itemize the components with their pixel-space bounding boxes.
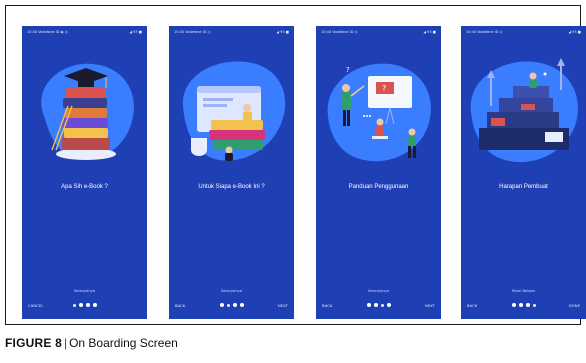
bottom-nav: BACK NEXT xyxy=(322,301,435,311)
next-button[interactable]: NEXT xyxy=(425,303,435,308)
screen-title: Apa Sih e-Book ? xyxy=(61,184,108,190)
presentation-illustration: ? ? xyxy=(327,63,431,162)
status-left: 10:40 Vodafone ID ◎ xyxy=(466,30,503,34)
status-left: 10:40 Vodafone ID ◉ ◎ xyxy=(27,30,68,34)
onboarding-screen-3: 10:40 Vodafone ID ◎ ◢ 93 ■ ? ? Panduan P… xyxy=(316,26,441,319)
skip-label[interactable]: Selanjutnya xyxy=(169,289,294,293)
back-button[interactable]: BACK xyxy=(322,303,332,308)
page-dot xyxy=(525,303,530,307)
page-indicator xyxy=(511,303,536,307)
page-dot xyxy=(72,303,76,307)
caption-separator: | xyxy=(63,336,68,350)
skip-label[interactable]: Selanjutnya xyxy=(22,289,147,293)
page-dot xyxy=(239,303,244,307)
page-dot xyxy=(366,303,371,307)
figure-frame: 10:40 Vodafone ID ◉ ◎ ◢ 93 ■ Apa Sih e-B… xyxy=(5,5,586,325)
books-graduation-illustration xyxy=(41,63,134,160)
start-learning-button[interactable]: Mulai Belajar xyxy=(461,289,586,293)
page-dot xyxy=(219,303,224,307)
status-left: 10:40 Vodafone ID ◎ xyxy=(321,30,358,34)
page-dot xyxy=(386,303,391,307)
page-indicator xyxy=(366,303,391,307)
figure-label: FIGURE 8 xyxy=(5,336,62,350)
page-dot xyxy=(511,303,516,307)
page-dot xyxy=(380,303,384,307)
screen-title: Panduan Penggunaan xyxy=(348,184,409,190)
onboarding-screen-2: 10:40 Vodafone ID ◎ ◢ 93 ■ Untuk Siapa e… xyxy=(169,26,294,319)
page-dot xyxy=(532,303,536,307)
status-bar: 10:40 Vodafone ID ◎ ◢ 93 ■ xyxy=(466,29,581,37)
done-button[interactable]: DONE xyxy=(569,303,580,308)
page-dot xyxy=(226,303,230,307)
stairs-growth-illustration xyxy=(470,58,578,163)
page-dot xyxy=(78,303,83,307)
onboarding-screen-4: 10:40 Vodafone ID ◎ ◢ 93 ■ Harapan Pembu… xyxy=(461,26,586,319)
figure-caption: FIGURE 8 | On Boarding Screen xyxy=(5,336,178,350)
skip-label[interactable]: Selanjutnya xyxy=(316,289,441,293)
next-button[interactable]: NEXT xyxy=(278,303,288,308)
back-button[interactable]: BACK xyxy=(467,303,477,308)
bottom-nav: CANCEL xyxy=(28,301,141,311)
books-browser-illustration xyxy=(182,61,286,161)
page-indicator xyxy=(72,303,97,307)
bottom-nav: BACK NEXT xyxy=(175,301,288,311)
status-bar: 10:40 Vodafone ID ◉ ◎ ◢ 93 ■ xyxy=(27,29,142,37)
page-dot xyxy=(92,303,97,307)
screen-title: Untuk Siapa e-Book Ini ? xyxy=(198,184,265,190)
status-bar: 10:40 Vodafone ID ◎ ◢ 93 ■ xyxy=(174,29,289,37)
status-right: ◢ 93 ■ xyxy=(568,30,581,34)
status-right: ◢ 93 ■ xyxy=(276,30,289,34)
bottom-nav: BACK DONE xyxy=(467,301,580,311)
status-right: ◢ 93 ■ xyxy=(129,30,142,34)
status-right: ◢ 93 ■ xyxy=(423,30,436,34)
onboarding-screen-1: 10:40 Vodafone ID ◉ ◎ ◢ 93 ■ Apa Sih e-B… xyxy=(22,26,147,319)
status-bar: 10:40 Vodafone ID ◎ ◢ 93 ■ xyxy=(321,29,436,37)
status-left: 10:40 Vodafone ID ◎ xyxy=(174,30,211,34)
page-dot xyxy=(232,303,237,307)
page-dot xyxy=(85,303,90,307)
page-dot xyxy=(518,303,523,307)
svg-text:?: ? xyxy=(382,84,386,93)
page-indicator xyxy=(219,303,244,307)
figure-caption-text: On Boarding Screen xyxy=(69,336,178,350)
svg-text:?: ? xyxy=(346,66,350,74)
screen-title: Harapan Pembuat xyxy=(499,184,548,190)
page-dot xyxy=(373,303,378,307)
back-button[interactable]: BACK xyxy=(175,303,185,308)
cancel-button[interactable]: CANCEL xyxy=(28,303,43,308)
